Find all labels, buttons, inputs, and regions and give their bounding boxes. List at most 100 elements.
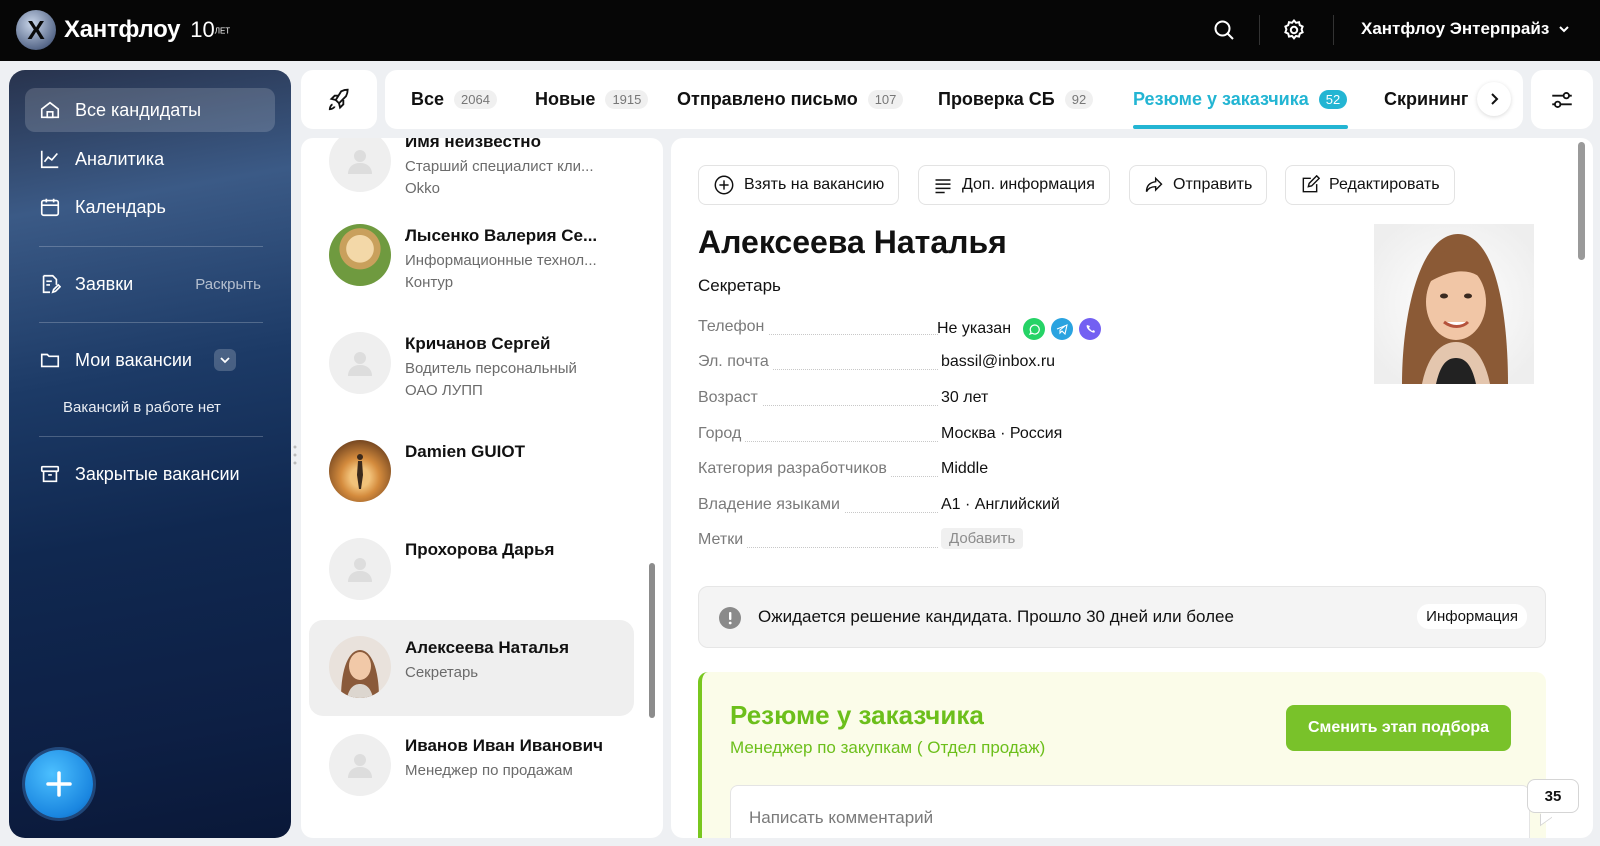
alert-info-button[interactable]: Информация: [1417, 604, 1527, 629]
list-item[interactable]: Иванов Иван Иванович Менеджер по продажа…: [309, 718, 634, 814]
list-item[interactable]: Имя неизвестно Старший специалист кли...…: [309, 138, 634, 210]
tabs-scroll-right-button[interactable]: [1477, 82, 1511, 116]
candidate-full-name: Алексеева Наталья: [698, 224, 1007, 260]
viber-icon[interactable]: [1079, 318, 1102, 340]
age-field: Возраст 30 лет: [698, 389, 1118, 411]
add-button[interactable]: [25, 750, 93, 818]
candidate-company: Okko: [405, 180, 441, 197]
filter-settings-button[interactable]: [1531, 70, 1593, 129]
tab-label: Резюме у заказчика: [1133, 89, 1309, 109]
status-alert: Ожидается решение кандидата. Прошло 30 д…: [698, 586, 1546, 648]
divider: [39, 246, 263, 247]
telegram-icon[interactable]: [1051, 318, 1074, 340]
edit-button[interactable]: Редактировать: [1285, 165, 1455, 205]
candidate-name: Кричанов Сергей: [405, 334, 551, 353]
field-label: Категория разработчиков: [698, 460, 891, 478]
tab-letter-sent[interactable]: Отправлено письмо 107: [677, 70, 904, 129]
sidebar-item-requests[interactable]: Заявки Раскрыть: [25, 262, 275, 306]
languages-value: A1 · Английский: [941, 496, 1060, 513]
candidate-position: Водитель персональный: [405, 360, 577, 377]
age-value: 30 лет: [941, 389, 989, 406]
calendar-icon: [40, 198, 60, 217]
sidebar-item-calendar[interactable]: Календарь: [25, 185, 275, 229]
tab-label: Проверка СБ: [938, 89, 1055, 109]
active-tab-indicator: [1133, 125, 1348, 129]
search-icon[interactable]: [1212, 18, 1236, 42]
button-label: Редактировать: [1329, 176, 1440, 193]
candidate-position: Менеджер по продажам: [405, 762, 573, 779]
email-value[interactable]: bassil@inbox.ru: [941, 353, 1055, 371]
logo-text: Хантфлоу: [64, 16, 181, 43]
tab-new[interactable]: Новые 1915: [535, 70, 649, 129]
list-item[interactable]: Прохорова Дарья: [309, 522, 634, 618]
chart-icon: [40, 150, 59, 169]
warning-icon: [719, 607, 741, 629]
stage-vacancy[interactable]: Менеджер по закупкам ( Отдел продаж): [730, 738, 1045, 758]
avatar-placeholder-icon: [329, 138, 391, 192]
add-tag-button[interactable]: Добавить: [941, 528, 1024, 549]
list-scrollbar[interactable]: [649, 563, 655, 718]
candidate-position: Старший специалист кли...: [405, 158, 594, 175]
sidebar-item-label: Заявки: [75, 273, 134, 294]
divider: [39, 322, 263, 323]
field-label: Эл. почта: [698, 353, 773, 371]
tags-value: Добавить: [941, 528, 1024, 549]
button-label: Взять на вакансию: [744, 176, 885, 193]
sidebar-item-label: Все кандидаты: [75, 99, 202, 120]
sidebar: Все кандидаты Аналитика Календарь Заявки…: [9, 70, 291, 838]
sliders-icon: [1552, 91, 1572, 108]
tab-label: Отправлено письмо: [677, 89, 858, 109]
company-switcher[interactable]: Хантфлоу Энтерпрайз: [1361, 19, 1571, 39]
candidate-list: Имя неизвестно Старший специалист кли...…: [301, 138, 663, 838]
avatar: [329, 636, 391, 698]
field-value: Не указан: [937, 318, 1102, 340]
divider: [1259, 15, 1260, 45]
change-stage-button[interactable]: Сменить этап подбора: [1286, 705, 1511, 751]
tab-count-badge: 52: [1318, 90, 1348, 109]
comment-input[interactable]: Написать комментарий: [730, 785, 1530, 838]
candidate-company: Контур: [405, 274, 454, 291]
expand-link[interactable]: Раскрыть: [195, 276, 261, 293]
developer-category-field: Категория разработчиков Middle: [698, 460, 1118, 482]
sidebar-item-my-vacancies[interactable]: Мои вакансии: [25, 338, 275, 382]
edit-icon: [1302, 175, 1320, 193]
send-button[interactable]: Отправить: [1129, 165, 1268, 205]
list-item[interactable]: Лысенко Валерия Се... Информационные тех…: [309, 208, 634, 304]
list-item[interactable]: Кричанов Сергей Водитель персональный ОА…: [309, 316, 634, 412]
whatsapp-icon[interactable]: [1023, 318, 1046, 340]
tab-label: Новые: [535, 89, 596, 109]
sidebar-item-analytics[interactable]: Аналитика: [25, 137, 275, 181]
languages-field: Владение языками A1 · Английский: [698, 496, 1118, 518]
logo[interactable]: X Хантфлоу 10ЛЕТ: [16, 10, 230, 50]
sidebar-item-all-candidates[interactable]: Все кандидаты: [25, 88, 275, 132]
candidate-photo: [1374, 224, 1534, 384]
list-item[interactable]: Damien GUIOT: [309, 424, 634, 520]
quick-actions-button[interactable]: [301, 70, 377, 129]
tab-resume-at-client[interactable]: Резюме у заказчика 52: [1133, 70, 1348, 129]
avatar: [329, 440, 391, 502]
tab-security-check[interactable]: Проверка СБ 92: [938, 70, 1094, 129]
chevron-down-icon: [1559, 26, 1570, 33]
candidate-detail: Взять на вакансию Доп. информация Отправ…: [671, 138, 1593, 838]
tab-all[interactable]: Все 2064: [411, 70, 497, 129]
detail-scrollbar[interactable]: [1578, 142, 1585, 260]
gear-icon[interactable]: [1282, 18, 1306, 42]
stage-card: Резюме у заказчика Менеджер по закупкам …: [698, 672, 1546, 838]
sidebar-item-closed-vacancies[interactable]: Закрытые вакансии: [25, 452, 275, 496]
resize-handle[interactable]: [293, 444, 297, 466]
expand-toggle[interactable]: [213, 349, 236, 371]
chat-counter[interactable]: 35: [1527, 779, 1579, 813]
tab-screening[interactable]: Скрининг: [1384, 70, 1468, 129]
list-item-selected[interactable]: Алексеева Наталья Секретарь: [309, 620, 634, 716]
city-field: Город Москва · Россия: [698, 425, 1118, 447]
category-value: Middle: [941, 460, 989, 477]
take-to-vacancy-button[interactable]: Взять на вакансию: [698, 165, 900, 205]
document-edit-icon: [42, 274, 61, 294]
no-vacancies-note: Вакансий в работе нет: [63, 399, 221, 416]
avatar-placeholder-icon: [329, 734, 391, 796]
company-name: Хантфлоу Энтерпрайз: [1361, 19, 1550, 38]
sidebar-item-label: Мои вакансии: [75, 349, 192, 370]
field-label: Возраст: [698, 389, 762, 407]
tab-count-badge: 2064: [454, 90, 497, 109]
additional-info-button[interactable]: Доп. информация: [918, 165, 1110, 205]
